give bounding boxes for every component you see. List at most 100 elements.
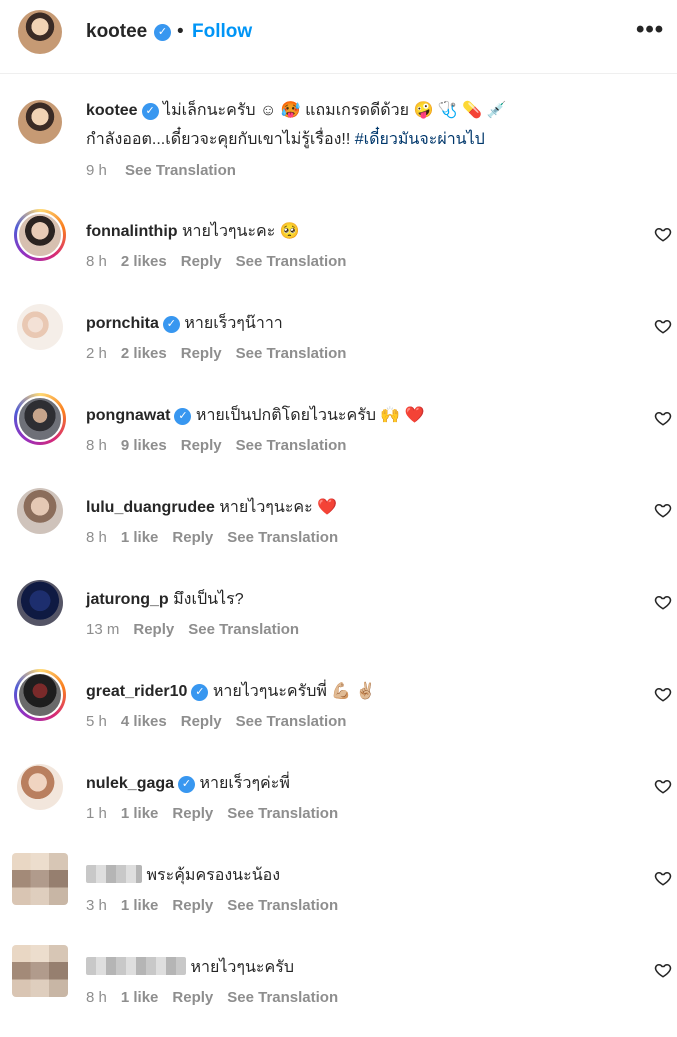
comment-username[interactable]: jaturong_p [86, 591, 169, 608]
blurred-username [86, 865, 142, 883]
see-translation-link[interactable]: See Translation [227, 989, 338, 1006]
comment-meta: 8 h 1 like Reply See Translation [86, 989, 352, 1006]
comment-meta: 5 h 4 likes Reply See Translation [86, 713, 360, 730]
heart-outline-icon[interactable] [654, 777, 672, 795]
commenter-avatar[interactable] [14, 209, 66, 261]
reply-button[interactable]: Reply [181, 437, 222, 454]
comment-username[interactable]: great_rider10 [86, 683, 187, 700]
reply-button[interactable]: Reply [172, 989, 213, 1006]
comment-time: 8 h [86, 989, 107, 1006]
more-options-icon[interactable]: ••• [636, 16, 664, 44]
see-translation-link[interactable]: See Translation [227, 897, 338, 914]
header-username[interactable]: kootee [86, 21, 147, 43]
see-translation-link[interactable]: See Translation [125, 162, 236, 179]
verified-badge-icon: ✓ [162, 316, 180, 333]
reply-button[interactable]: Reply [181, 345, 222, 362]
comment-text: หายไวๆนะครับ [190, 959, 294, 976]
heart-outline-icon[interactable] [654, 501, 672, 519]
caption-time: 9 h [86, 162, 107, 179]
see-translation-link[interactable]: See Translation [188, 621, 299, 638]
heart-outline-icon[interactable] [654, 961, 672, 979]
comment-meta: 1 h 1 like Reply See Translation [86, 805, 352, 822]
comment-text-line: great_rider10 ✓ หายไวๆนะครับพี่ 💪🏼 ✌🏼 [86, 679, 376, 704]
reply-button[interactable]: Reply [172, 529, 213, 546]
comment-time: 8 h [86, 437, 107, 454]
commenter-avatar[interactable] [17, 764, 63, 810]
reply-button[interactable]: Reply [181, 713, 222, 730]
comment-text: มึงเป็นไร? [173, 591, 244, 608]
comment-text: หายเร็วๆน๊าาา [184, 315, 283, 332]
verified-badge-icon: ✓ [154, 24, 171, 41]
blurred-username [86, 957, 186, 975]
commenter-avatar[interactable] [17, 304, 63, 350]
comment-row: พระคุ้มครองนะน้อง 3 h 1 like Reply See Trans… [0, 853, 677, 945]
caption-text-1: ไม่เล็กนะครับ ☺ 🥵 แถมเกรดดีด้วย 🤪 🩺 💊 💉 [163, 102, 507, 119]
blurred-avatar[interactable] [12, 945, 68, 997]
comment-row: great_rider10 ✓ หายไวๆนะครับพี่ 💪🏼 ✌🏼 5 h 4… [0, 669, 677, 761]
verified-badge-icon: ✓ [178, 776, 196, 793]
commenter-avatar[interactable] [14, 669, 66, 721]
comment-username[interactable]: pongnawat [86, 407, 170, 424]
comment-row: nulek_gaga ✓ หายเร็วๆค่ะพี่ 1 h 1 like Reply… [0, 761, 677, 853]
blurred-avatar[interactable] [12, 853, 68, 905]
likes-count[interactable]: 9 likes [121, 437, 167, 454]
see-translation-link[interactable]: See Translation [227, 529, 338, 546]
likes-count[interactable]: 2 likes [121, 345, 167, 362]
comment-time: 2 h [86, 345, 107, 362]
likes-count[interactable]: 1 like [121, 529, 159, 546]
reply-button[interactable]: Reply [133, 621, 174, 638]
comment-meta: 8 h 1 like Reply See Translation [86, 529, 352, 546]
reply-button[interactable]: Reply [172, 805, 213, 822]
likes-count[interactable]: 2 likes [121, 253, 167, 270]
likes-count[interactable]: 4 likes [121, 713, 167, 730]
follow-button[interactable]: Follow [192, 21, 252, 43]
caption-meta: 9 h See Translation [86, 162, 250, 179]
comment-text-line: pornchita ✓ หายเร็วๆน๊าาา [86, 311, 283, 336]
post-header: kootee ✓ • Follow ••• [0, 0, 677, 74]
heart-outline-icon[interactable] [654, 593, 672, 611]
see-translation-link[interactable]: See Translation [236, 713, 347, 730]
likes-count[interactable]: 1 like [121, 897, 159, 914]
likes-count[interactable]: 1 like [121, 989, 159, 1006]
comment-text: พระคุ้มครองนะน้อง [146, 867, 281, 884]
commenter-avatar[interactable] [17, 488, 63, 534]
comment-username[interactable]: fonnalinthip [86, 223, 178, 240]
separator-dot: • [177, 21, 184, 42]
heart-outline-icon[interactable] [654, 317, 672, 335]
comment-meta: 2 h 2 likes Reply See Translation [86, 345, 360, 362]
comment-row: fonnalinthip หายไวๆนะคะ 🥺 8 h 2 likes Reply… [0, 209, 677, 301]
comment-time: 13 m [86, 621, 120, 638]
hashtag-link[interactable]: #เดี๋ยวมันจะผ่านไป [355, 131, 485, 148]
commenter-avatar[interactable] [17, 580, 63, 626]
heart-outline-icon[interactable] [654, 869, 672, 887]
comment-username[interactable]: nulek_gaga [86, 775, 174, 792]
commenter-avatar[interactable] [14, 393, 66, 445]
reply-button[interactable]: Reply [181, 253, 222, 270]
heart-outline-icon[interactable] [654, 685, 672, 703]
comment-meta: 8 h 9 likes Reply See Translation [86, 437, 360, 454]
caption-avatar[interactable] [18, 100, 62, 144]
comment-username[interactable]: lulu_duangrudee [86, 499, 215, 516]
verified-badge-icon: ✓ [174, 408, 192, 425]
heart-outline-icon[interactable] [654, 225, 672, 243]
heart-outline-icon[interactable] [654, 409, 672, 427]
see-translation-link[interactable]: See Translation [236, 253, 347, 270]
see-translation-link[interactable]: See Translation [227, 805, 338, 822]
caption-text-2: กำลังออต...เดี๋ยวจะคุยกับเขาไม่รู้เรื่อง… [86, 131, 355, 148]
comment-username[interactable]: pornchita [86, 315, 159, 332]
header-avatar[interactable] [18, 10, 62, 54]
verified-badge-icon: ✓ [141, 103, 159, 120]
comment-row: jaturong_p มึงเป็นไร? 13 m Reply See Transl… [0, 577, 677, 669]
see-translation-link[interactable]: See Translation [236, 345, 347, 362]
comment-time: 8 h [86, 253, 107, 270]
reply-button[interactable]: Reply [172, 897, 213, 914]
comment-text-line: lulu_duangrudee หายไวๆนะคะ ❤️ [86, 495, 337, 520]
see-translation-link[interactable]: See Translation [236, 437, 347, 454]
comment-meta: 13 m Reply See Translation [86, 621, 313, 638]
comment-meta: 3 h 1 like Reply See Translation [86, 897, 352, 914]
likes-count[interactable]: 1 like [121, 805, 159, 822]
comment-time: 1 h [86, 805, 107, 822]
caption-username[interactable]: kootee [86, 102, 138, 119]
comment-row: pornchita ✓ หายเร็วๆน๊าาา 2 h 2 likes Reply S… [0, 301, 677, 393]
comment-text-line: หายไวๆนะครับ [86, 955, 294, 980]
